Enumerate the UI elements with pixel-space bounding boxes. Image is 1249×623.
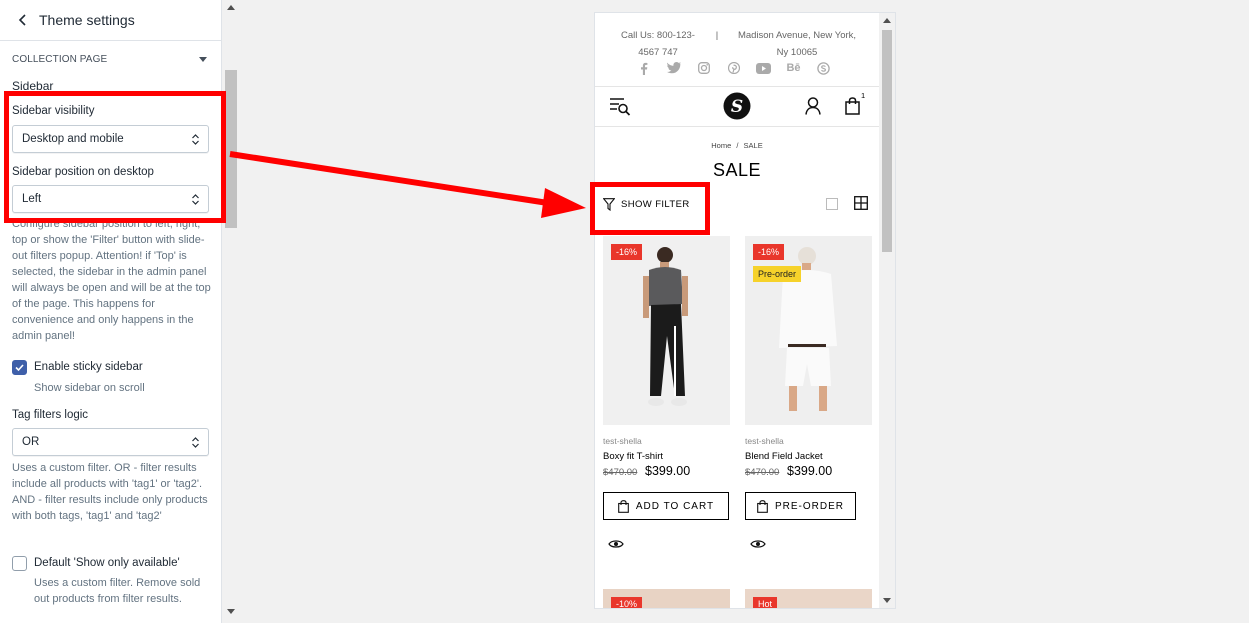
product-vendor: test-shella [745, 436, 784, 446]
phone-line-1: Call Us: 800-123- [621, 30, 695, 41]
product-name[interactable]: Boxy fit T-shirt [603, 451, 663, 462]
page-title: SALE [712, 160, 762, 180]
scroll-thumb[interactable] [882, 30, 892, 252]
discount-badge: -16% [753, 244, 785, 260]
scroll-down-icon[interactable] [227, 609, 235, 614]
sidebar-position-help: Configure sidebar position to left, righ… [12, 218, 211, 342]
quick-view-eye-icon[interactable] [750, 539, 766, 549]
grid-one-column-icon[interactable] [826, 197, 838, 215]
behance-icon[interactable]: Bē [785, 61, 802, 75]
tag-logic-help: Uses a custom filter. OR - filter result… [12, 462, 208, 522]
account-icon[interactable] [805, 97, 821, 120]
preview-scrollbar[interactable] [879, 13, 895, 608]
show-available-help: Uses a custom filter. Remove sold out pr… [34, 577, 201, 605]
product-image[interactable]: -16% [603, 236, 730, 425]
preorder-badge: Pre-order [753, 266, 802, 282]
scroll-thumb[interactable] [225, 70, 237, 228]
section-title: COLLECTION PAGE [12, 53, 108, 65]
panel-header: Theme settings [0, 0, 221, 41]
highlight-box-filter [590, 182, 710, 235]
breadcrumb-home[interactable]: Home [711, 141, 731, 150]
pre-order-button[interactable]: PRE-ORDER [745, 492, 856, 520]
discount-badge: -16% [611, 244, 643, 260]
social-links: Bē [635, 61, 832, 75]
store-logo[interactable]: S [723, 92, 751, 125]
select-arrows-icon [192, 437, 199, 448]
show-available-label[interactable]: Default 'Show only available' [34, 557, 180, 569]
hot-badge: Hot [753, 597, 778, 608]
breadcrumb: Home / SALE [595, 141, 879, 150]
product-old-price: $470.00 [745, 467, 780, 478]
sticky-sidebar-help: Show sidebar on scroll [34, 382, 145, 394]
tag-logic-value: OR [22, 436, 40, 448]
section-collection-page[interactable]: COLLECTION PAGE [0, 52, 221, 66]
discount-badge: -10% [611, 597, 643, 608]
skype-icon[interactable] [815, 61, 832, 75]
panel-title: Theme settings [39, 12, 135, 28]
store-address: Madison Avenue, New York, Ny 10065 [731, 27, 863, 61]
quick-view-eye-icon[interactable] [608, 539, 624, 549]
grid-two-column-icon[interactable] [854, 196, 868, 215]
breadcrumb-current: SALE [743, 141, 763, 150]
tag-logic-select[interactable]: OR [12, 428, 209, 456]
twitter-icon[interactable] [665, 61, 682, 75]
scroll-up-icon[interactable] [883, 18, 891, 23]
store-preview-frame: Call Us: 800-123- 4567 747 | Madison Ave… [594, 12, 896, 609]
add-to-cart-label: ADD TO CART [635, 500, 715, 512]
product-image[interactable]: -10% [603, 589, 730, 608]
product-old-price: $470.00 [603, 467, 638, 478]
nav-divider [595, 126, 879, 127]
contact-phone: Call Us: 800-123- 4567 747 [613, 27, 703, 61]
logo-letter: S [731, 97, 743, 117]
chevron-left-icon[interactable] [14, 12, 30, 28]
product-price: $399.00 [787, 464, 833, 478]
menu-search-icon[interactable] [609, 97, 631, 122]
shopping-bag-icon [757, 499, 768, 513]
shopping-bag-icon [618, 499, 629, 513]
product-name[interactable]: Blend Field Jacket [745, 451, 823, 462]
header-divider [595, 86, 879, 87]
pre-order-label: PRE-ORDER [774, 500, 844, 512]
model-figure-image [603, 236, 730, 425]
youtube-icon[interactable] [755, 61, 772, 75]
sticky-sidebar-label[interactable]: Enable sticky sidebar [34, 361, 143, 373]
product-vendor: test-shella [603, 436, 642, 446]
tag-logic-label: Tag filters logic [12, 409, 89, 421]
cart-count: 1 [861, 91, 866, 100]
breadcrumb-separator: / [736, 141, 739, 150]
product-image[interactable]: Hot [745, 589, 872, 608]
phone-line-2: 4567 747 [638, 47, 678, 58]
address-line-1: Madison Avenue, New York, [737, 30, 857, 41]
model-figure-image [745, 236, 872, 425]
caret-down-icon[interactable] [199, 56, 207, 62]
add-to-cart-button[interactable]: ADD TO CART [603, 492, 729, 520]
product-image[interactable]: -16% Pre-order [745, 236, 872, 425]
address-line-2: Ny 10065 [776, 47, 818, 58]
topbar-separator: | [715, 30, 719, 41]
show-available-checkbox[interactable] [12, 556, 27, 571]
sticky-sidebar-checkbox[interactable] [12, 360, 27, 375]
scroll-up-icon[interactable] [227, 5, 235, 10]
facebook-icon[interactable] [635, 61, 652, 75]
pinterest-icon[interactable] [725, 61, 742, 75]
highlight-box-settings [4, 91, 226, 223]
scroll-down-icon[interactable] [883, 598, 891, 603]
cart-icon[interactable] [845, 97, 860, 120]
checkmark-icon [15, 364, 24, 372]
instagram-icon[interactable] [695, 61, 712, 75]
product-price: $399.00 [645, 464, 691, 478]
